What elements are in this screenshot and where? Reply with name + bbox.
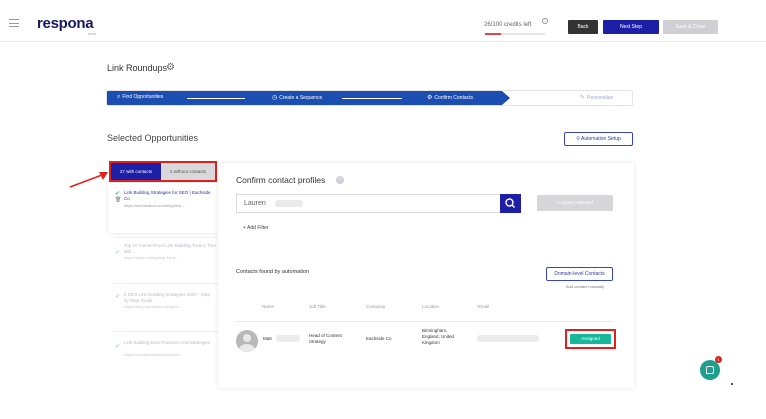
dot: [731, 383, 733, 385]
check-icon: ✔: [115, 191, 121, 197]
gear-icon[interactable]: ⚙: [166, 62, 175, 73]
step-personalize[interactable]: ✎ Personalize: [580, 94, 613, 101]
chat-badge: 1: [715, 356, 722, 363]
column-header-job-title: Job Title: [309, 304, 326, 309]
column-header-email: Email: [478, 304, 490, 309]
contacts-found-label: Contacts found by automation: [236, 269, 310, 275]
add-filter-button[interactable]: + Add Filter: [243, 225, 268, 231]
contact-selected-button[interactable]: 1 contact selected: [537, 195, 613, 211]
domain-contacts-button[interactable]: Domain-level Contacts: [546, 267, 613, 281]
red-arrow-annotation: [69, 172, 108, 188]
email-blurred-text: [477, 335, 539, 342]
opportunity-url: https://ankz.co/blog/top-10-lin...: [124, 255, 180, 260]
assigned-highlight: Assigned: [565, 329, 616, 349]
column-header-location: Location: [422, 304, 440, 309]
check-icon: ✔: [115, 294, 121, 300]
list-item[interactable]: ✔ 🗑 Link Building Strategies for SEO | E…: [108, 183, 218, 233]
assigned-button[interactable]: Assigned: [570, 334, 611, 344]
divider: [114, 237, 218, 238]
opportunity-url: https://eachsideco.com/blog/link...: [124, 203, 185, 208]
step-create-sequence[interactable]: ◷ Create a Sequence: [272, 94, 322, 101]
stepper-arrow: [502, 91, 510, 105]
tab-without-contacts[interactable]: 2 without contacts: [161, 163, 215, 180]
page-title: Link Roundups: [107, 63, 168, 73]
list-item[interactable]: ✔ Link Building Best Practices And Strat…: [108, 338, 218, 374]
trash-icon[interactable]: 🗑: [115, 197, 121, 203]
step-connector: [342, 98, 402, 99]
opportunity-title: Link Building Strategies for SEO | Eachs…: [124, 190, 211, 201]
list-item[interactable]: ✔ Top 10 Future-Proof Link Building Tact…: [108, 239, 218, 275]
search-icon: ⌕: [117, 94, 121, 100]
clock-icon: ◷: [272, 95, 278, 101]
selected-opportunities-title: Selected Opportunities: [107, 133, 199, 143]
contact-job-title: Head of Content Strategy: [309, 333, 342, 344]
next-step-button[interactable]: Next Step: [603, 20, 659, 34]
check-icon: ✔: [115, 250, 121, 256]
divider: [114, 283, 218, 284]
opportunity-url: https://blog.muhamad.uk/link-b...: [124, 304, 182, 309]
save-close-button[interactable]: Save & Close: [663, 20, 718, 34]
table-divider: [236, 321, 613, 322]
opportunity-list: ✔ 🗑 Link Building Strategies for SEO | E…: [108, 183, 218, 398]
contact-company: Eachside Co: [366, 336, 392, 341]
contact-name: Matt: [263, 336, 272, 341]
opportunity-title: 5 SEO Link Building Strategies 2020 - St…: [124, 292, 211, 303]
back-button[interactable]: Back: [568, 20, 598, 34]
name-blurred-text: [276, 335, 300, 342]
info-icon[interactable]: i: [542, 18, 548, 24]
add-contact-manually-link[interactable]: Add contact manually: [566, 284, 604, 289]
edit-icon: ✎: [580, 95, 586, 101]
column-header-name: Name: [262, 304, 275, 309]
divider: [114, 331, 218, 332]
credits-progress-fill: [485, 33, 501, 35]
chat-icon[interactable]: [700, 360, 720, 380]
page: respona beta 26/100 credits left i Back …: [0, 0, 766, 419]
logo-text: respona: [37, 15, 94, 32]
contact-location: Birmingham, England, United Kingdom: [422, 328, 455, 345]
search-button[interactable]: [500, 194, 521, 213]
step-connector: [187, 98, 245, 99]
menu-icon[interactable]: [9, 19, 19, 27]
confirm-title: Confirm contact profiles: [236, 175, 326, 185]
step-find-opportunities[interactable]: ⌕ Find Opportunities: [117, 94, 163, 101]
opportunity-title: Link Building Best Practices And Strateg…: [124, 340, 211, 345]
credits-progress: [485, 33, 545, 35]
list-item[interactable]: ✔ 5 SEO Link Building Strategies 2020 - …: [108, 289, 218, 325]
automation-setup-button[interactable]: ⚲ Automation Setup: [564, 132, 633, 146]
opportunity-url: https://monitorbacklinks.com/bl...: [124, 352, 183, 357]
stepper: ⌕ Find Opportunities ◷ Create a Sequence ⚙…: [106, 90, 633, 106]
step-confirm-contacts[interactable]: ⚙ Confirm Contacts: [427, 94, 473, 101]
step-label: Personalize: [587, 95, 614, 101]
column-header-company: Company: [366, 304, 386, 309]
help-icon[interactable]: ?: [336, 176, 344, 184]
credits-text: 26/100 credits left: [484, 22, 532, 28]
avatar: [236, 330, 258, 352]
logo-sub: beta: [88, 31, 96, 36]
search-icon: [505, 198, 515, 208]
gear-icon: ⚙: [427, 95, 433, 101]
step-label: Find Opportunities: [122, 94, 164, 100]
logo[interactable]: respona: [37, 15, 94, 32]
step-label: Create a Sequence: [279, 95, 323, 101]
check-icon: ✔: [115, 344, 121, 350]
search-blurred-text: [275, 200, 303, 207]
top-bar: respona beta 26/100 credits left i Back …: [0, 0, 766, 42]
automation-setup-label: Automation Setup: [581, 136, 621, 142]
contacts-tabs: 27 with contacts 2 without contacts: [109, 161, 217, 182]
tab-with-contacts[interactable]: 27 with contacts: [111, 163, 161, 180]
step-label: Confirm Contacts: [434, 95, 474, 101]
opportunity-title: Top 10 Future-Proof Link Building Tactic…: [124, 243, 216, 254]
